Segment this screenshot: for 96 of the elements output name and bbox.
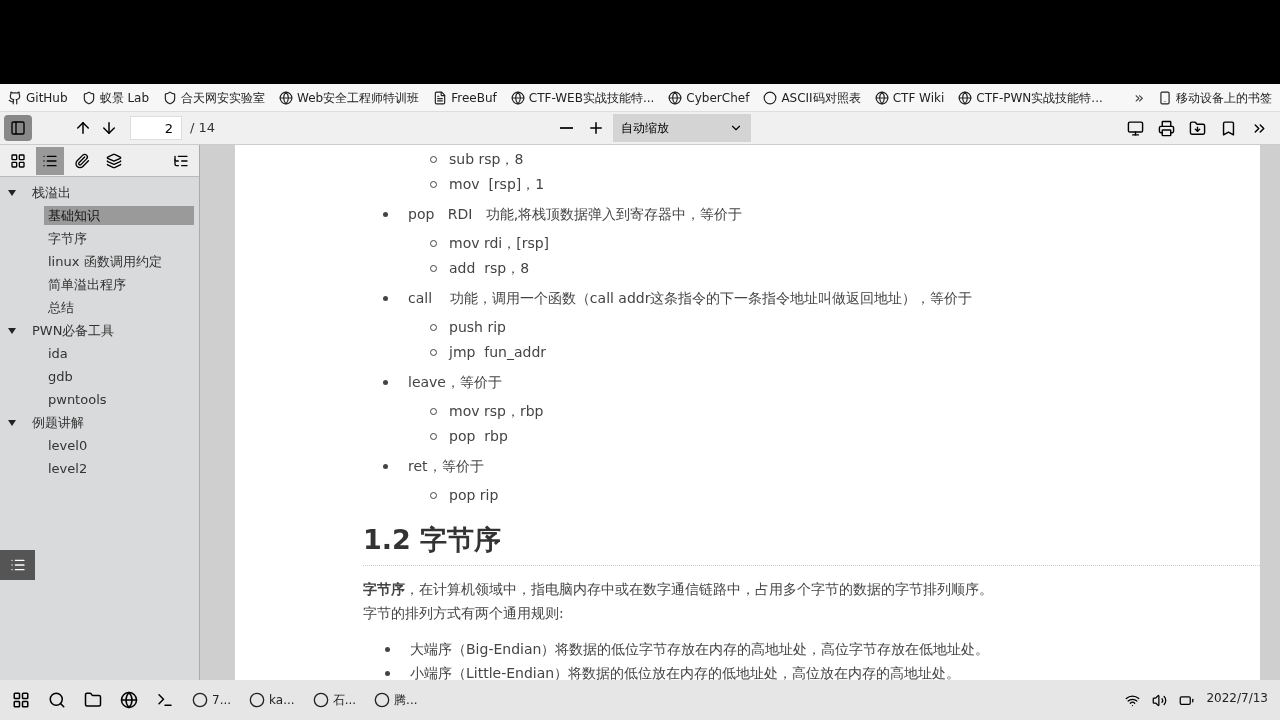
bookmark-link[interactable]: CyberChef [668,88,750,107]
outline-item[interactable]: 栈溢出 [28,182,75,203]
list-item-text: pop RDI 功能,将栈顶数据弹入到寄存器中，等价于 [408,204,743,224]
print-icon[interactable] [1158,119,1175,137]
presentation-icon[interactable] [1127,119,1144,137]
site-icon [510,90,525,105]
terminal-icon[interactable] [156,691,174,709]
site-icon [433,90,448,105]
bullet-icon [385,647,390,652]
down-arrow-icon [100,119,118,137]
list-item-text: pop rbp [449,427,508,446]
taskbar-app-button[interactable]: 7... [192,691,232,709]
phone-icon [1158,90,1172,105]
bookmark-link[interactable]: GitHub [8,88,68,107]
grid-icon [10,152,26,169]
globe-icon[interactable] [120,691,138,709]
site-icon [163,90,178,105]
list-item-text: ret，等价于 [408,456,484,476]
site-icon [81,90,96,105]
paperclip-icon [74,152,90,169]
search-icon[interactable] [48,691,66,709]
zoom-select[interactable]: 自动缩放 [613,114,752,142]
taskbar-app-button[interactable]: 腾... [374,691,418,709]
site-icon [8,90,22,105]
bookmark-link[interactable]: CTF-WEB实战技能特... [510,88,655,107]
page-count: / 14 [190,119,216,138]
outline-item[interactable]: gdb [44,366,77,387]
list-item-text: mov rsp，rbp [449,402,544,421]
outline-float-button[interactable] [0,550,35,580]
bullet-icon [383,379,388,385]
bookmark-icon[interactable] [1220,119,1237,137]
bookmark-link[interactable]: CTF Wiki [874,88,945,107]
app-icon [192,692,208,708]
app-icon [374,692,391,708]
outline-item[interactable]: level0 [44,435,92,456]
sidebar-icon [10,120,26,136]
page-number-field[interactable]: 2 [130,116,182,140]
paragraph: 字节序，在计算机领域中，指电脑内存中或在数字通信链路中，占用多个字节的数据的字节排列顺序。 [363,580,993,599]
site-icon [874,90,889,105]
outline-item[interactable]: linux 函数调用约定 [44,251,166,272]
outline-item[interactable]: 基础知识 [44,205,194,226]
bookmark-link[interactable]: FreeBuf [433,88,497,107]
taskbar-app-button[interactable]: ka... [249,691,295,709]
site-icon [668,90,683,105]
start-icon[interactable] [12,691,30,709]
outline-item[interactable]: PWN必备工具 [28,320,119,341]
expanded-triangle-icon[interactable] [8,189,16,196]
more-bookmarks-button[interactable]: » [1134,85,1144,110]
section-heading: 1.2 字节序 [363,524,502,555]
list-item-text: mov rdi，[rsp] [449,234,550,253]
list-item-text: sub rsp，8 [449,150,524,169]
list-item-text: leave，等价于 [408,372,502,392]
outline-item[interactable]: pwntools [44,389,111,410]
paragraph: 字节的排列方式有两个通用规则: [363,604,564,623]
bullet-icon [383,211,388,217]
app-icon [312,692,329,708]
bookmark-link[interactable]: 合天网安实验室 [163,88,266,107]
download-icon[interactable] [1189,119,1206,137]
site-icon [958,90,973,105]
list-item-text: jmp fun_addr [449,343,547,362]
bookmark-link[interactable]: ASCII码对照表 [763,88,861,107]
list-icon [9,557,26,573]
expanded-triangle-icon[interactable] [8,419,16,426]
mobile-bookmarks-link[interactable]: 移动设备上的书签 [1158,88,1272,107]
list-item-text: 大端序（Big-Endian）将数据的低位字节存放在内存的高地址处，高位字节存放在低地址处。 [410,640,990,659]
list-item-text: add rsp，8 [449,259,530,278]
bullet-icon [383,295,388,301]
expanded-triangle-icon[interactable] [8,327,16,334]
outline-item[interactable]: 总结 [44,297,78,318]
volume-icon[interactable] [1152,692,1168,708]
list-item-text: call 功能，调用一个函数（call addr这条指令的下一条指令地址叫做返回地址），等价于 [408,288,973,308]
folder-icon[interactable] [84,691,102,709]
outline-item[interactable]: 简单溢出程序 [44,274,130,295]
outline-button[interactable] [36,146,64,175]
layers-icon [106,152,122,169]
list-item-text: mov [rsp]，1 [449,175,545,194]
app-icon [249,692,266,708]
site-icon [279,90,294,105]
list-item-text: 小端序（Little-Endian）将数据的低位放在内存的低地址处，高位放在内存的高地址处。 [410,664,961,680]
taskbar-app-button[interactable]: 石... [312,691,357,709]
outline-item[interactable]: ida [44,343,72,364]
list-item-text: pop rip [449,486,499,505]
bullet-icon [385,671,390,676]
outline-item[interactable]: 例题讲解 [28,412,88,433]
minus-icon [560,127,574,129]
bullet-icon [383,463,388,469]
network-icon[interactable] [1125,692,1141,708]
sidebar-toggle-button[interactable] [4,115,32,141]
bookmark-link[interactable]: Web安全工程师特训班 [279,88,420,107]
list-item-text: push rip [449,318,506,337]
outline-item[interactable]: level2 [44,458,92,479]
bookmark-link[interactable]: 蚁景 Lab [81,88,150,107]
outline-item[interactable]: 字节序 [44,228,91,249]
taskbar-date[interactable]: 2022/7/13 [1206,689,1268,711]
bookmark-link[interactable]: CTF-PWN实战技能特... [958,88,1103,107]
site-icon [763,90,778,105]
